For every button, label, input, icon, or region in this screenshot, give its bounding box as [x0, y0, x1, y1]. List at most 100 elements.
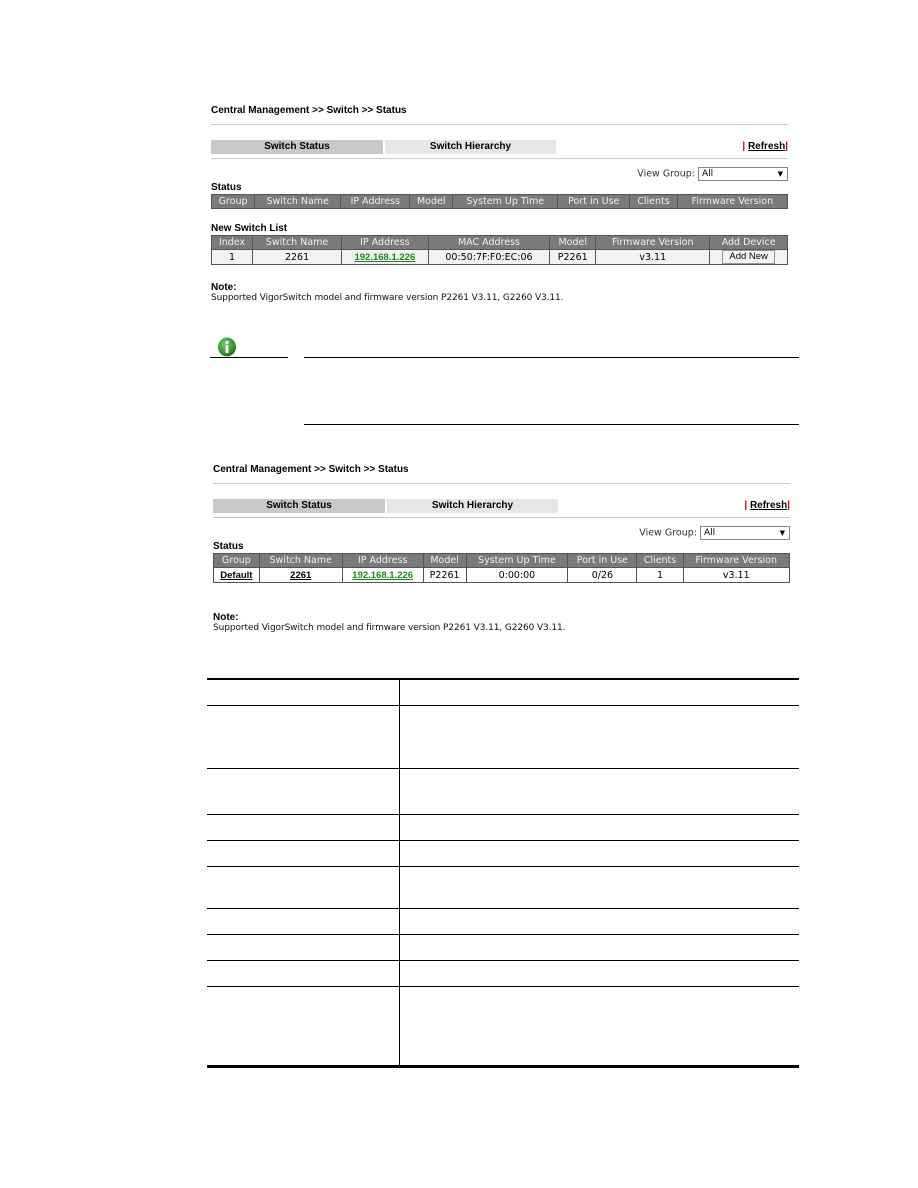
description-cell: [399, 814, 799, 841]
table-row: [207, 840, 799, 867]
table-row: 1 2261 192.168.1.226 00:50:7F:F0:EC:06 P…: [210, 249, 788, 265]
column-header: IP Address: [341, 235, 429, 250]
item-cell: [207, 680, 400, 706]
note-title: Note:: [213, 612, 239, 623]
column-header: Index: [210, 235, 254, 250]
view-group-select[interactable]: All ▼: [700, 526, 790, 540]
view-group-select[interactable]: All ▼: [698, 167, 788, 181]
view-group-label: View Group:: [637, 168, 695, 180]
port-in-use-cell: 0/26: [567, 567, 638, 583]
table-row: [207, 908, 799, 935]
column-header: Switch Name: [254, 194, 342, 209]
group-cell: Default: [213, 567, 260, 583]
breadcrumb: Central Management >> Switch >> Status: [211, 105, 407, 116]
group-link[interactable]: Default: [220, 570, 252, 581]
item-cell: [207, 934, 400, 961]
column-header: System Up Time: [465, 553, 569, 568]
column-header: Model: [549, 235, 597, 250]
description-cell: [399, 960, 799, 987]
tab-switch-hierarchy[interactable]: Switch Hierarchy: [385, 140, 556, 154]
add-new-button[interactable]: Add New: [722, 250, 775, 264]
column-header: Port in Use: [567, 553, 638, 568]
mac-address-cell: 00:50:7F:F0:EC:06: [427, 249, 551, 265]
refresh-link[interactable]: Refresh: [748, 141, 785, 152]
new-switch-table: Index Switch Name IP Address MAC Address…: [210, 235, 788, 265]
description-cell: [399, 840, 799, 867]
column-header: System Up Time: [452, 194, 559, 209]
column-header: Model: [422, 553, 467, 568]
column-header: Firmware Version: [595, 235, 711, 250]
info-divider-bottom: [304, 424, 799, 425]
ip-address-cell: 192.168.1.226: [341, 249, 429, 265]
tab-switch-status[interactable]: Switch Status: [213, 499, 385, 513]
switch-name-link[interactable]: 2261: [290, 570, 311, 581]
divider: [211, 124, 788, 125]
column-header: MAC Address: [427, 235, 551, 250]
tab-switch-status[interactable]: Switch Status: [211, 140, 383, 154]
refresh-link[interactable]: Refresh: [750, 500, 787, 511]
item-cell: [207, 960, 400, 987]
status-section-title: Status: [213, 541, 244, 552]
ip-address-cell: 192.168.1.226: [341, 567, 424, 583]
uptime-cell: 0:00:00: [465, 567, 569, 583]
description-cell: [399, 908, 799, 935]
description-table: [207, 680, 799, 1068]
column-header: IP Address: [341, 553, 424, 568]
divider: [211, 158, 788, 159]
index-cell: 1: [210, 249, 254, 265]
switch-status-screen-1: Central Management >> Switch >> Status S…: [210, 104, 789, 303]
tab-bar: Switch Status Switch Hierarchy | Refresh…: [211, 140, 788, 154]
breadcrumb: Central Management >> Switch >> Status: [213, 464, 409, 475]
table-row: Default 2261 192.168.1.226 P2261 0:00:00…: [213, 567, 791, 583]
tab-bar: Switch Status Switch Hierarchy | Refresh…: [213, 499, 790, 513]
item-cell: [207, 814, 400, 841]
note: Note: Supported VigorSwitch model and fi…: [211, 282, 788, 303]
ip-address-link[interactable]: 192.168.1.226: [352, 570, 413, 581]
info-divider-top: [304, 357, 799, 358]
description-cell: [399, 866, 799, 909]
note-text: Supported VigorSwitch model and firmware…: [213, 623, 566, 633]
separator: |: [787, 500, 790, 511]
item-cell: [207, 768, 400, 815]
item-cell: [207, 866, 400, 909]
view-group-filter: View Group: All ▼: [213, 526, 790, 541]
firmware-cell: v3.11: [682, 567, 791, 583]
description-cell: [399, 986, 799, 1068]
view-group-filter: View Group: All ▼: [211, 167, 788, 182]
new-switch-list-title: New Switch List: [211, 223, 288, 234]
table-row: [207, 768, 799, 815]
ip-address-link[interactable]: 192.168.1.226: [354, 252, 415, 263]
refresh-control: | Refresh|: [744, 499, 790, 513]
column-header: Switch Name: [258, 553, 343, 568]
table-row: [207, 705, 799, 769]
table-row: [207, 960, 799, 987]
tab-switch-hierarchy[interactable]: Switch Hierarchy: [387, 499, 558, 513]
table-header-row: Group Switch Name IP Address Model Syste…: [213, 553, 791, 568]
item-cell: [207, 840, 400, 867]
item-cell: [207, 705, 400, 769]
table-row: [207, 814, 799, 841]
note: Note: Supported VigorSwitch model and fi…: [213, 612, 790, 633]
view-group-value: All: [704, 528, 716, 538]
item-cell: [207, 986, 400, 1068]
description-cell: [399, 934, 799, 961]
table-row: [207, 680, 799, 706]
column-header: Group: [210, 194, 256, 209]
model-cell: P2261: [549, 249, 597, 265]
switch-name-cell: 2261: [252, 249, 342, 265]
divider: [213, 517, 790, 518]
column-header: Switch Name: [252, 235, 342, 250]
table-row: [207, 866, 799, 909]
description-cell: [399, 680, 799, 706]
column-header: Clients: [636, 553, 684, 568]
refresh-control: | Refresh|: [742, 140, 788, 154]
divider: [213, 483, 790, 484]
status-section-title: Status: [211, 182, 242, 193]
info-divider-left: [210, 357, 288, 358]
switch-status-screen-2: Central Management >> Switch >> Status S…: [213, 463, 791, 633]
dropdown-arrow-icon: ▼: [779, 529, 785, 537]
table-row: [207, 934, 799, 961]
note-title: Note:: [211, 282, 237, 293]
note-text: Supported VigorSwitch model and firmware…: [211, 293, 564, 303]
status-table: Group Switch Name IP Address Model Syste…: [210, 194, 789, 209]
